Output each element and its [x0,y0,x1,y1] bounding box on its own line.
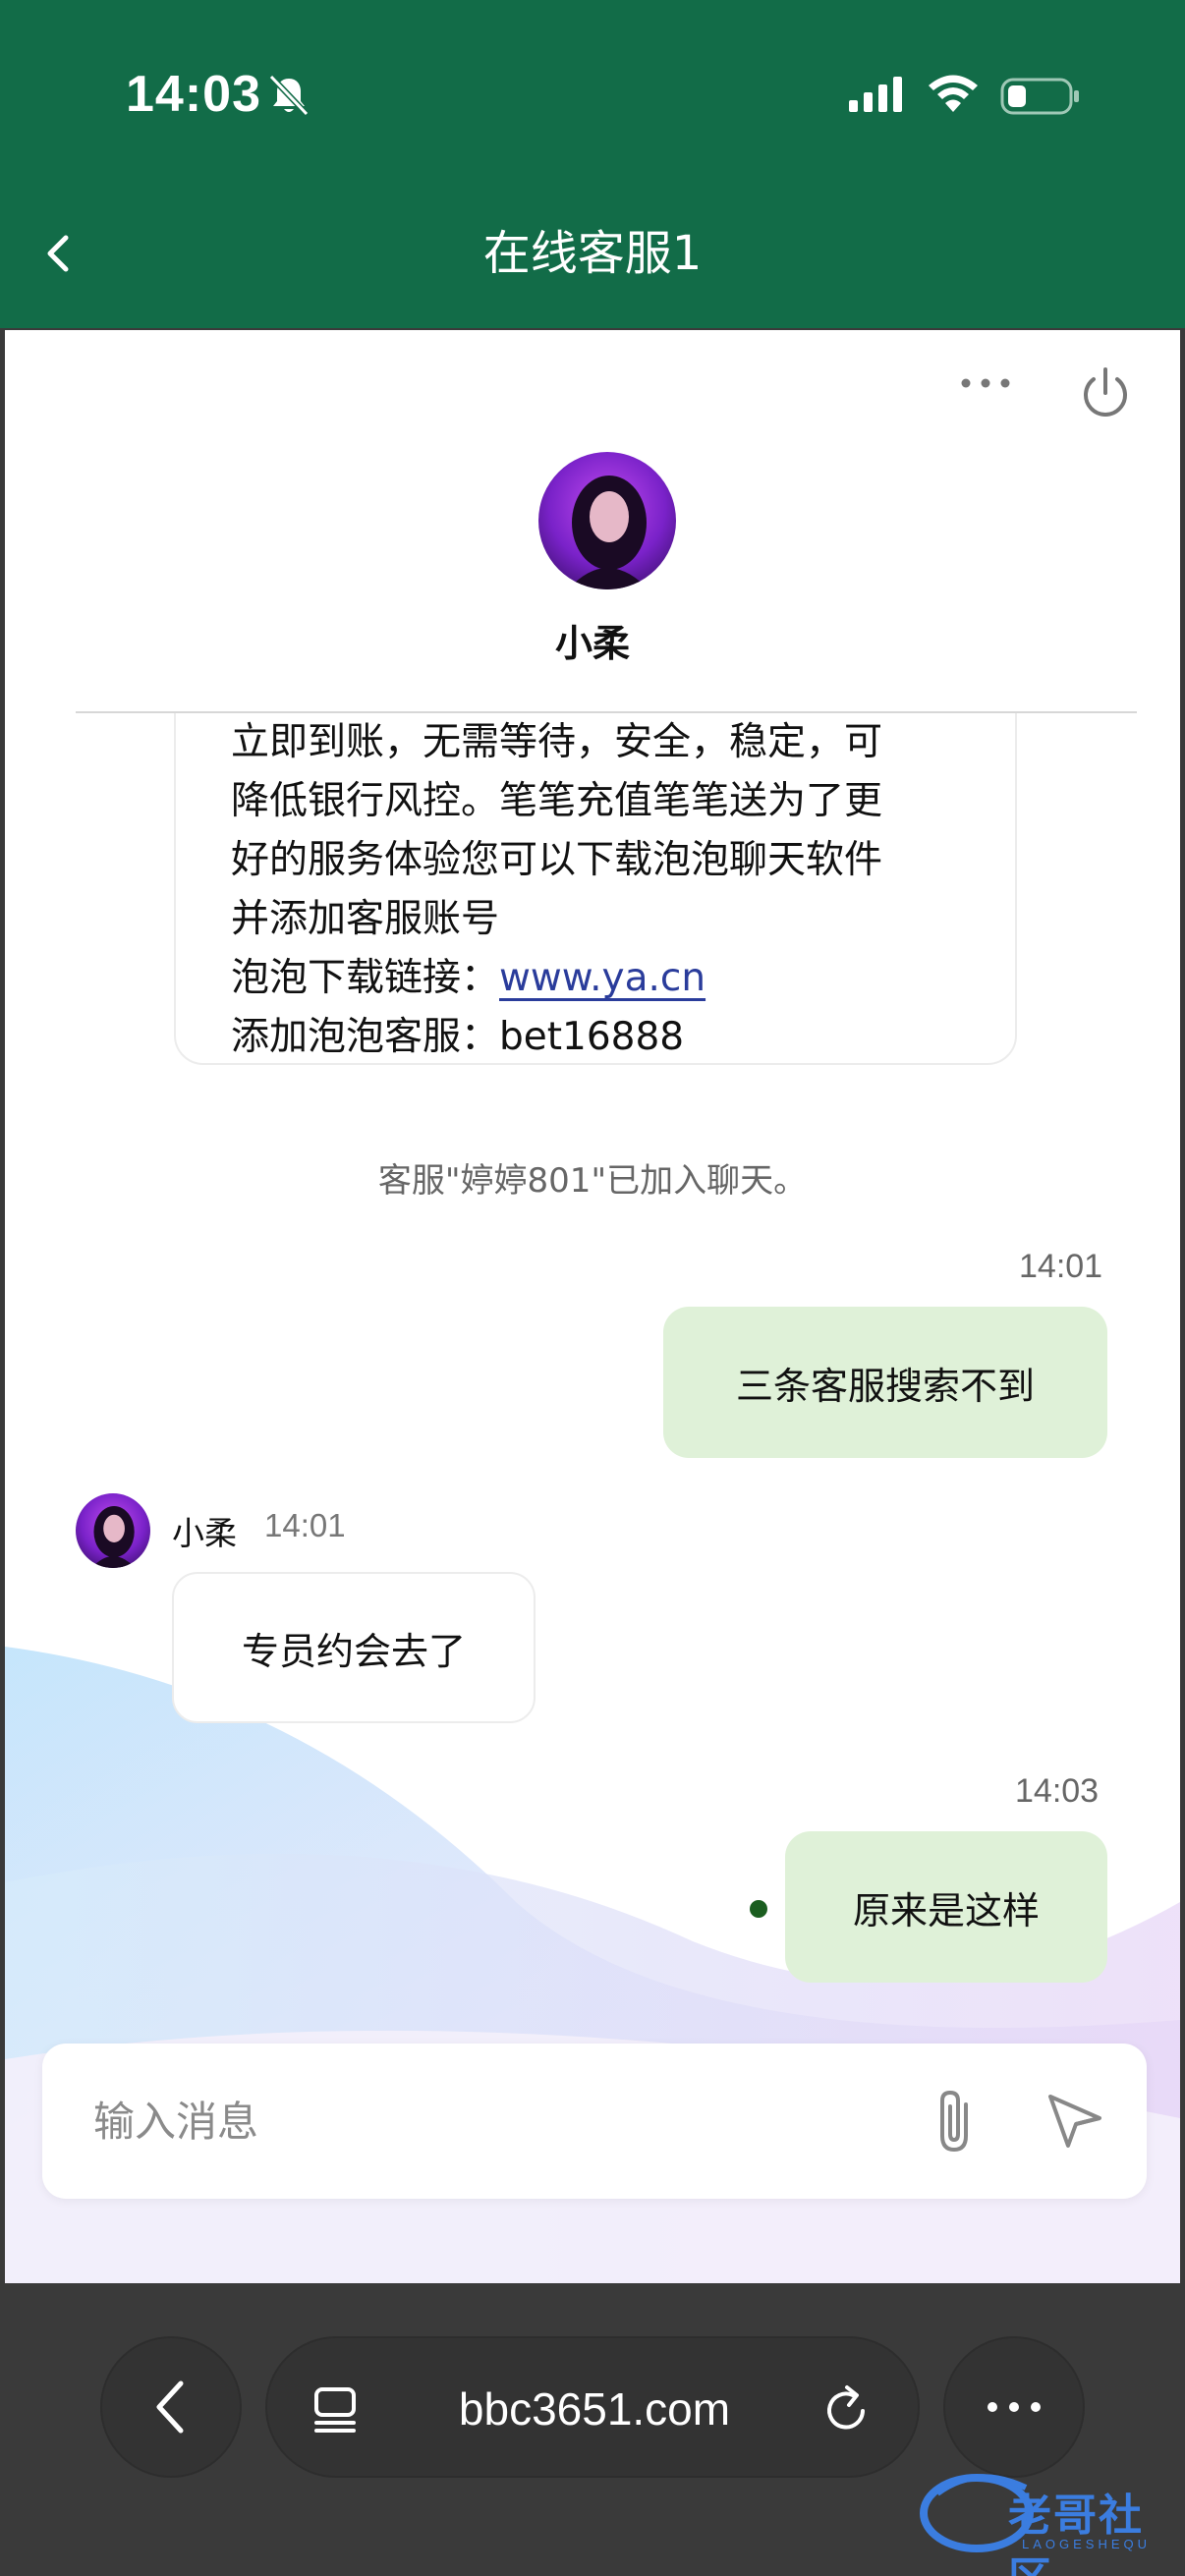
message-input[interactable] [93,2087,879,2156]
browser-back-button[interactable] [100,2336,242,2478]
avatar-image [538,452,676,589]
more-options-icon [988,2402,1041,2412]
download-link[interactable]: www.ya.cn [499,956,705,1000]
agent-name: 小柔 [554,622,630,665]
chat-page: 小柔 立即到账，无需等待，安全，稳定，可 降低银行风控。笔笔充值笔笔送为了更 好… [5,330,1180,2283]
app-header: 14:03 在线客服1 [0,0,1185,328]
card-line: 立即到账，无需等待，安全，稳定，可 [231,720,883,764]
message-composer [42,2044,1147,2199]
bell-off-icon [268,74,310,117]
card-line: 好的服务体验您可以下载泡泡聊天软件 [231,838,883,882]
download-line: 泡泡下载链接：www.ya.cn [231,949,978,1008]
download-label: 泡泡下载链接： [231,956,500,1000]
add-line: 添加泡泡客服：bet16888 [231,1008,978,1067]
sender-name: 小柔 [172,1514,237,1552]
add-value: bet16888 [499,1015,685,1059]
signal-icon [849,77,902,112]
incoming-message: 专员约会去了 [172,1572,536,1723]
message-card-text: 立即到账，无需等待，安全，稳定，可 降低银行风控。笔笔充值笔笔送为了更 好的服务… [231,713,978,1067]
system-message: 客服"婷婷801"已加入聊天。 [377,1161,808,1201]
status-time: 14:03 [126,66,261,123]
agent-avatar [538,452,676,589]
address-bar[interactable]: bbc3651.com [265,2336,920,2478]
wifi-icon [929,75,978,112]
status-bar: 14:03 [0,59,1185,138]
sent-status-dot [750,1900,767,1918]
chevron-left-icon [156,2380,184,2434]
card-line: 降低银行风控。笔笔充值笔笔送为了更 [231,779,883,823]
outgoing-message: 三条客服搜索不到 [663,1307,1107,1458]
avatar-image [76,1493,150,1568]
paperclip-icon[interactable] [929,2087,988,2157]
message-time: 14:03 [1015,1772,1100,1810]
send-icon[interactable] [1043,2089,1105,2152]
browser-menu-button[interactable] [943,2336,1085,2478]
battery-icon [1000,78,1079,115]
outgoing-message: 原来是这样 [785,1831,1107,1983]
power-icon[interactable] [1076,364,1135,422]
card-line: 并添加客服账号 [231,897,500,941]
header-divider [76,711,1137,713]
reload-icon[interactable] [819,2383,873,2436]
sender-time: 14:01 [264,1507,346,1543]
agent-avatar-small [76,1493,150,1568]
watermark-text: 老哥社区 [1008,2491,1144,2576]
message-time: 14:01 [1019,1248,1103,1285]
more-options-icon[interactable] [956,371,1015,395]
page-title: 在线客服1 [482,226,703,281]
add-label: 添加泡泡客服： [231,1015,500,1059]
watermark-subtext: LAOGESHEQU [1022,2537,1152,2551]
